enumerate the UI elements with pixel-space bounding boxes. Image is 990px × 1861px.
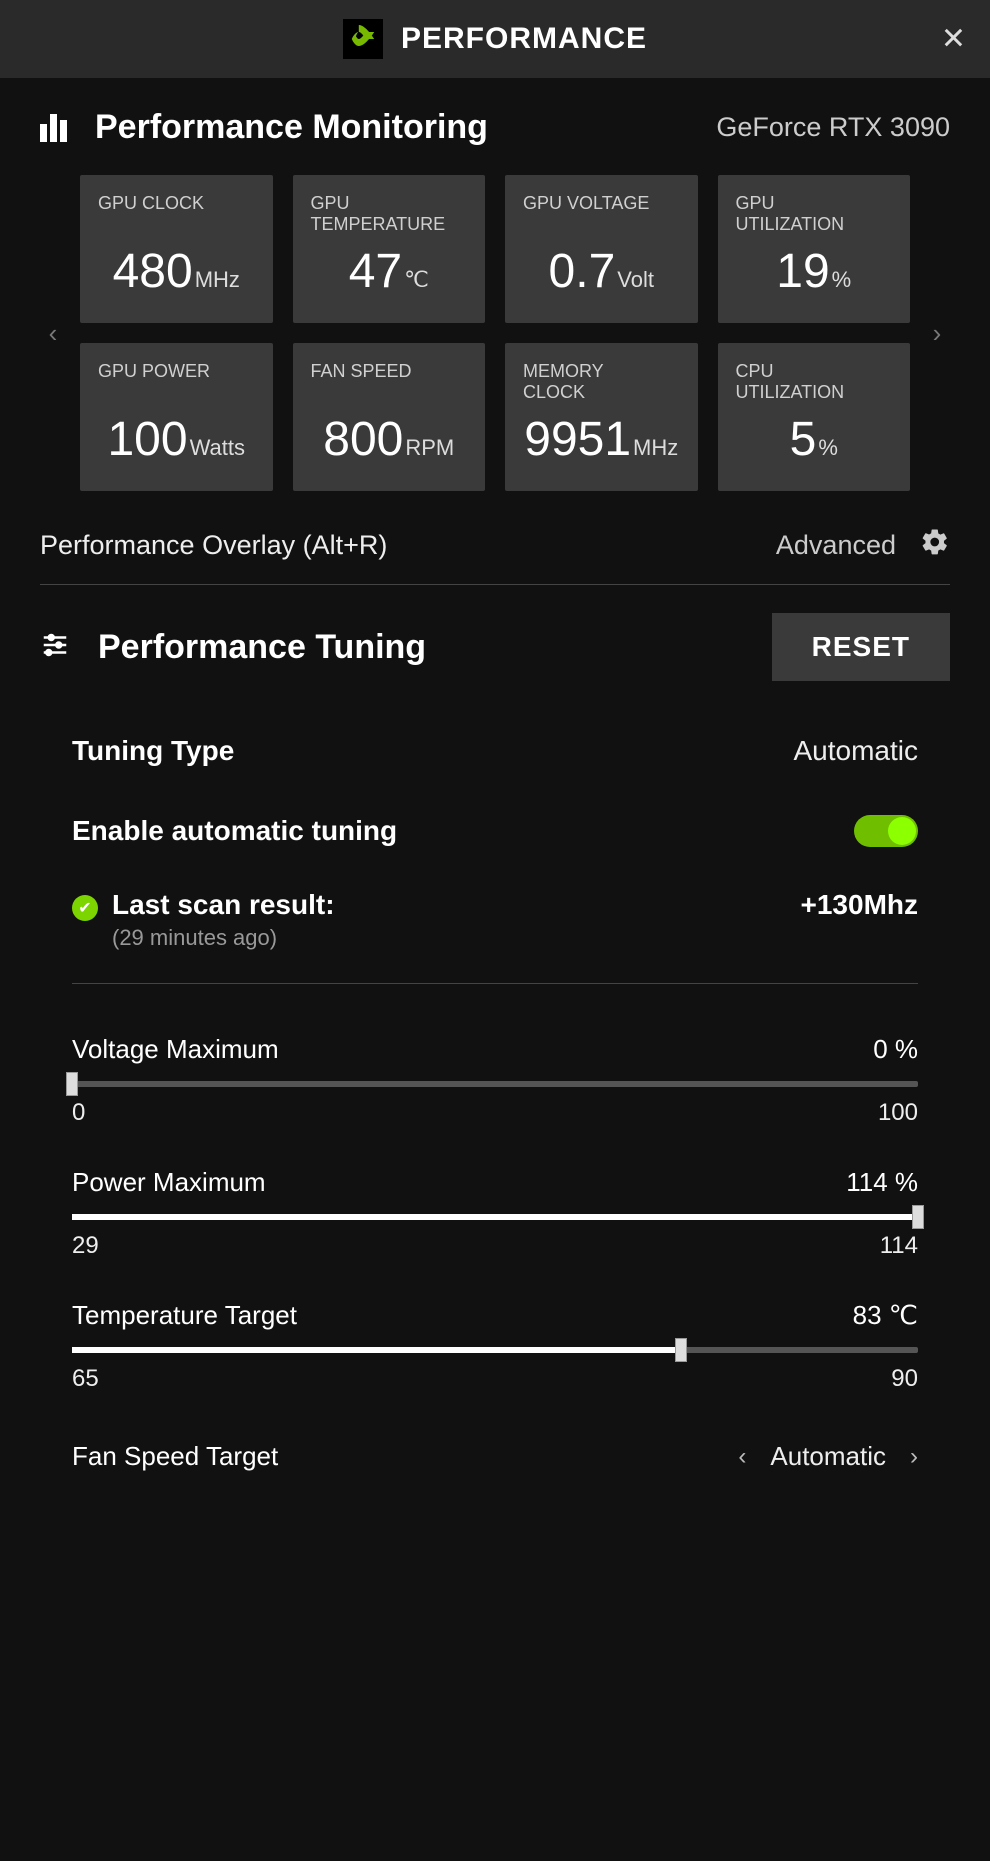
sliders-icon (40, 630, 70, 665)
voltage-maximum-block: Voltage Maximum 0 % 0 100 (72, 1014, 918, 1147)
voltage-label: Voltage Maximum (72, 1034, 279, 1065)
gpu-model: GeForce RTX 3090 (716, 112, 950, 143)
temperature-target-block: Temperature Target 83 ℃ 65 90 (72, 1280, 918, 1413)
performance-monitoring-section: Performance Monitoring GeForce RTX 3090 … (0, 78, 990, 501)
tile-gpu-voltage[interactable]: GPU VOLTAGE 0.7Volt (505, 175, 698, 323)
tile-label: GPU VOLTAGE (523, 193, 680, 214)
voltage-value: 0 % (873, 1034, 918, 1065)
tile-memory-clock[interactable]: MEMORY CLOCK 9951MHz (505, 343, 698, 491)
tuning-type-row: Tuning Type Automatic (72, 711, 918, 791)
power-maximum-block: Power Maximum 114 % 29 114 (72, 1147, 918, 1280)
power-min: 29 (72, 1232, 99, 1260)
overlay-label: Performance Overlay (Alt+R) (40, 530, 387, 561)
temp-value: 83 ℃ (853, 1300, 918, 1331)
last-scan-age: (29 minutes ago) (112, 925, 335, 951)
nvidia-logo-icon (343, 19, 383, 59)
tile-label: GPU TEMPERATURE (311, 193, 468, 234)
tile-cpu-utilization[interactable]: CPU UTILIZATION 5% (718, 343, 911, 491)
power-value: 114 % (846, 1167, 918, 1198)
tile-label: MEMORY CLOCK (523, 361, 680, 402)
tuning-type-value[interactable]: Automatic (794, 735, 919, 767)
tile-gpu-power[interactable]: GPU POWER 100Watts (80, 343, 273, 491)
bar-chart-icon (40, 114, 67, 142)
monitoring-title: Performance Monitoring (95, 108, 488, 147)
tile-label: CPU UTILIZATION (736, 361, 893, 402)
tile-label: FAN SPEED (311, 361, 468, 382)
panel-title: PERFORMANCE (401, 22, 647, 56)
last-scan-row: ✔ Last scan result: (29 minutes ago) +13… (72, 871, 918, 983)
fan-speed-target-row: Fan Speed Target ‹ Automatic › (72, 1413, 918, 1472)
temp-min: 65 (72, 1365, 99, 1393)
reset-button[interactable]: RESET (772, 613, 950, 681)
performance-overlay-row: Performance Overlay (Alt+R) Advanced (0, 501, 990, 584)
tile-fan-speed[interactable]: FAN SPEED 800RPM (293, 343, 486, 491)
auto-tuning-toggle[interactable] (854, 815, 918, 847)
tile-gpu-clock[interactable]: GPU CLOCK 480MHz (80, 175, 273, 323)
divider (72, 983, 918, 984)
temperature-slider[interactable] (72, 1347, 918, 1353)
power-slider[interactable] (72, 1214, 918, 1220)
chevron-right-icon[interactable]: › (910, 1443, 918, 1471)
last-scan-label: Last scan result: (112, 889, 335, 921)
overlay-mode[interactable]: Advanced (776, 530, 896, 561)
power-label: Power Maximum (72, 1167, 266, 1198)
check-icon: ✔ (72, 895, 98, 921)
close-icon[interactable]: ✕ (941, 22, 966, 57)
tile-gpu-utilization[interactable]: GPU UTILIZATION 19% (718, 175, 911, 323)
tile-gpu-temperature[interactable]: GPU TEMPERATURE 47℃ (293, 175, 486, 323)
fan-label: Fan Speed Target (72, 1441, 278, 1472)
metric-tiles: GPU CLOCK 480MHz GPU TEMPERATURE 47℃ GPU… (80, 175, 910, 491)
title-bar: PERFORMANCE ✕ (0, 0, 990, 78)
tuning-title: Performance Tuning (98, 628, 426, 667)
last-scan-value: +130Mhz (801, 889, 919, 921)
chevron-left-icon[interactable]: ‹ (738, 1443, 746, 1471)
fan-value[interactable]: Automatic (770, 1441, 886, 1472)
tile-label: GPU POWER (98, 361, 255, 382)
voltage-min: 0 (72, 1099, 85, 1127)
temp-label: Temperature Target (72, 1300, 297, 1331)
auto-tuning-label: Enable automatic tuning (72, 815, 397, 847)
performance-tuning-header: Performance Tuning RESET (0, 585, 990, 691)
power-max: 114 (880, 1232, 918, 1260)
voltage-max: 100 (878, 1099, 918, 1127)
temp-max: 90 (891, 1365, 918, 1393)
auto-tuning-row: Enable automatic tuning (72, 791, 918, 871)
tile-label: GPU CLOCK (98, 193, 255, 214)
tile-label: GPU UTILIZATION (736, 193, 893, 234)
voltage-slider[interactable] (72, 1081, 918, 1087)
tuning-type-label: Tuning Type (72, 735, 234, 767)
gear-icon[interactable] (920, 527, 950, 564)
carousel-prev-icon[interactable]: ‹ (40, 320, 66, 346)
carousel-next-icon[interactable]: › (924, 320, 950, 346)
